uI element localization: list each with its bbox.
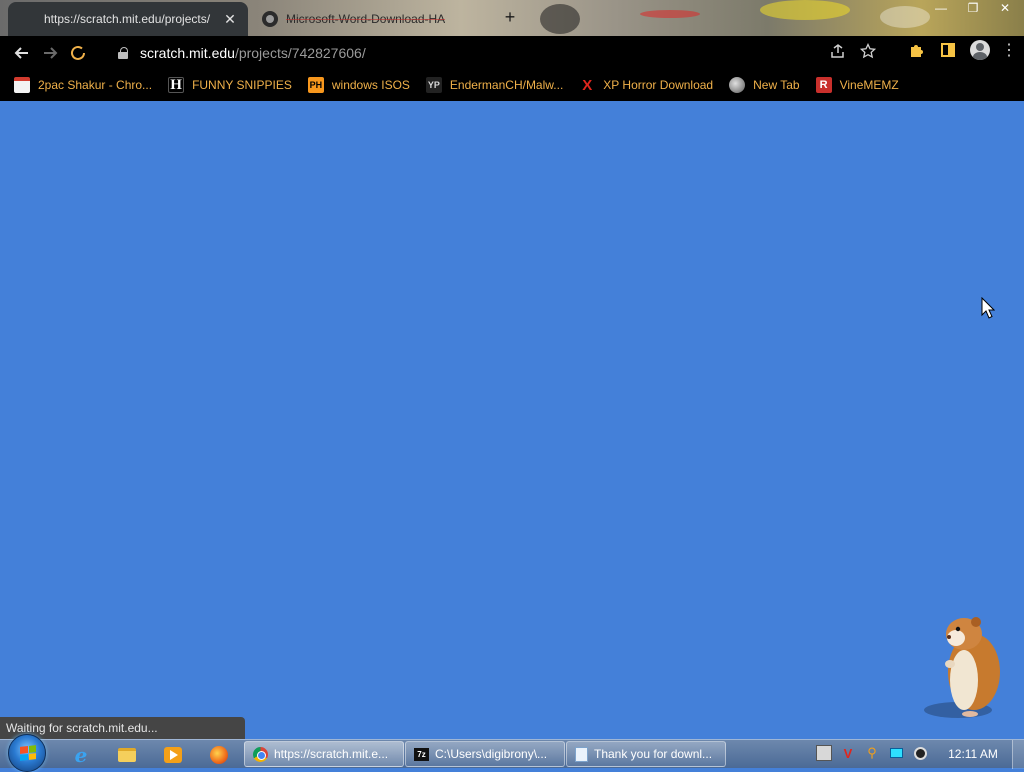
window-controls: — ❐ ✕ [930,0,1016,16]
wallpaper-splat [540,4,580,34]
tray-search-icon[interactable]: ⚲ [864,745,880,761]
side-panel-icon [941,43,955,57]
forward-arrow-icon [44,46,58,59]
bookmark-xp-horror[interactable]: X XP Horror Download [579,76,714,94]
taskbar-item-label: C:\Users\digibrony\... [435,747,548,761]
status-bubble: Waiting for scratch.mit.edu... [0,717,245,739]
bookmark-2pac[interactable]: 2pac Shakur - Chro... [14,77,152,93]
taskbar-item-chrome[interactable]: https://scratch.mit.e... [244,741,404,767]
tab-title: Microsoft-Word-Download-HA [286,12,446,26]
profile-button[interactable] [968,38,992,62]
notepad-icon [575,746,588,762]
kebab-menu-icon[interactable]: ⋮ [1000,40,1018,60]
tab-strip: https://scratch.mit.edu/projects/ ✕ Micr… [0,0,1024,36]
puzzle-icon[interactable] [904,38,928,62]
globe-icon [729,77,746,93]
share-icon[interactable] [830,43,846,63]
pinned-media-player[interactable] [162,744,184,766]
yp-icon: YP [425,77,442,93]
github-icon [262,11,278,27]
url-path: /projects/742827606/ [234,45,366,61]
bookmarks-bar: 2pac Shakur - Chro... H FUNNY SNIPPIES P… [0,69,1024,101]
tab-scratch[interactable]: https://scratch.mit.edu/projects/ ✕ [8,2,248,36]
r-icon: R [815,77,832,93]
taskbar: e https://scratch.mit.e... 7z C:\Users\d… [0,734,1024,772]
bookmark-label: windows ISOS [331,78,410,92]
wallpaper-splat [760,0,850,20]
stop-loading-icon [71,45,85,60]
tab-close-icon[interactable]: ✕ [222,11,238,27]
bookmark-new-tab[interactable]: New Tab [729,77,800,93]
back-button[interactable] [8,39,36,67]
side-panel-button[interactable] [936,38,960,62]
bookmark-label: XP Horror Download [603,78,714,92]
star-icon[interactable] [859,42,877,63]
tray-volume-icon[interactable] [912,745,928,761]
bookmark-windows-isos[interactable]: PH windows ISOS [307,77,410,93]
close-window-button[interactable]: ✕ [994,0,1016,16]
ph-icon: PH [307,77,324,93]
lock-icon[interactable] [118,47,128,59]
back-arrow-icon [14,46,28,59]
windows-flag-icon [20,745,36,761]
url-host: scratch.mit.edu [140,45,235,61]
bookmark-label: 2pac Shakur - Chro... [38,78,153,92]
tab-title: https://scratch.mit.edu/projects/ [44,12,211,26]
start-button[interactable] [8,734,46,772]
page-content[interactable] [0,101,1024,739]
bookmark-label: New Tab [753,78,800,92]
media-player-icon [164,747,182,763]
bookmark-endermanch[interactable]: YP EndermanCH/Malw... [425,77,564,93]
new-tab-button[interactable]: + [500,8,520,28]
bookmark-label: FUNNY SNIPPIES [192,78,292,92]
folder-icon [118,748,136,762]
store-icon [14,77,30,93]
bookmark-funny-snippies[interactable]: H FUNNY SNIPPIES [168,77,292,93]
tray-app-icon[interactable] [816,745,832,761]
taskbar-item-notepad[interactable]: Thank you for downl... [566,741,726,767]
address-bar[interactable]: scratch.mit.edu/projects/742827606/ [108,40,884,66]
wallpaper-splat [640,10,700,18]
tray-v-icon[interactable]: V [840,745,856,761]
taskbar-item-7zip[interactable]: 7z C:\Users\digibrony\... [405,741,565,767]
wallpaper-splat [880,6,930,28]
pinned-ie[interactable]: e [70,743,92,767]
desktop-pet-hamster-icon [924,617,1000,718]
7zip-icon: 7z [414,747,429,761]
taskbar-item-label: https://scratch.mit.e... [274,747,389,761]
x-icon: X [582,76,593,94]
system-tray: V ⚲ [816,745,928,761]
taskbar-clock[interactable]: 12:11 AM [940,747,1006,761]
show-desktop-button[interactable] [1012,740,1024,769]
tray-monitor-icon[interactable] [888,745,904,761]
address-bar-actions [830,40,877,66]
bookmark-label: VineMEMZ [839,78,899,92]
toolbar-right: ⋮ [904,38,1018,62]
mouse-cursor-icon [981,297,995,319]
stop-loading-button[interactable] [64,39,92,67]
forward-button[interactable] [36,39,64,67]
pinned-firefox[interactable] [208,744,230,766]
tab-github[interactable]: Microsoft-Word-Download-HA [252,2,482,36]
minimize-button[interactable]: — [930,0,952,16]
restore-button[interactable]: ❐ [962,0,984,16]
chrome-icon [253,746,268,762]
h-icon: H [168,77,185,93]
profile-icon [970,40,990,60]
browser-toolbar: scratch.mit.edu/projects/742827606/ ⋮ [0,36,1024,69]
firefox-icon [210,746,228,764]
bookmark-label: EndermanCH/Malw... [449,78,564,92]
internet-explorer-icon: e [74,743,88,767]
taskbar-item-label: Thank you for downl... [594,747,713,761]
bookmark-vinememz[interactable]: R VineMEMZ [815,77,899,93]
pinned-explorer[interactable] [116,744,138,766]
